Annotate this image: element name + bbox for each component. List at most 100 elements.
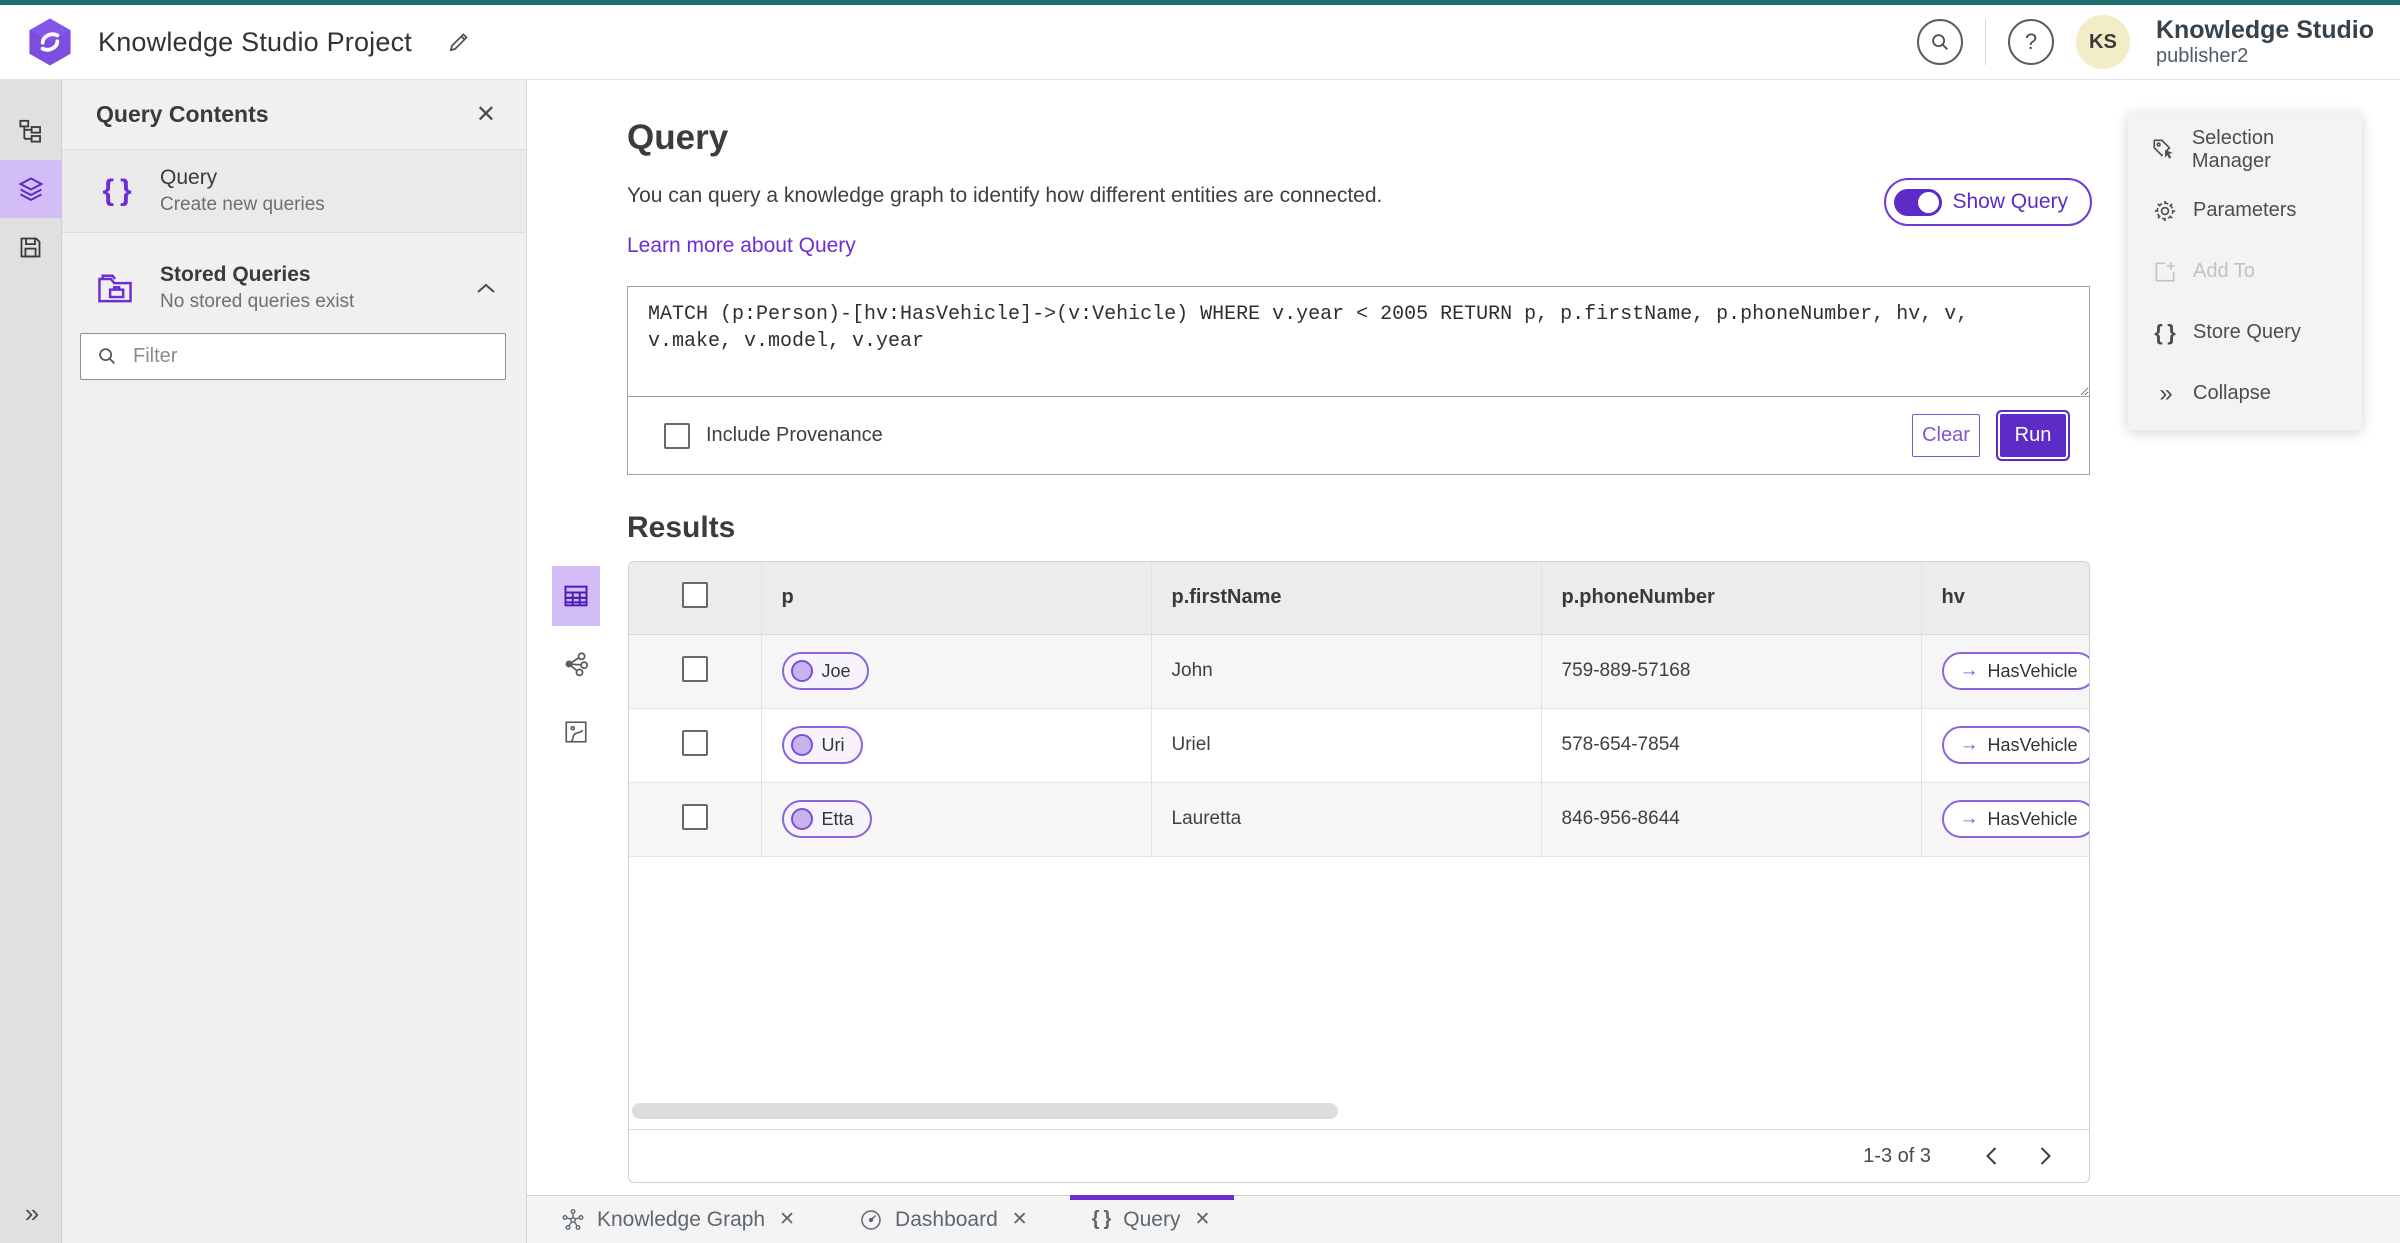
horizontal-scrollbar-thumb[interactable] [632,1103,1338,1119]
project-title: Knowledge Studio Project [98,26,412,57]
search-icon [1932,34,1948,50]
show-query-toggle[interactable]: Show Query [1884,178,2092,226]
braces-icon: { } [1091,1208,1112,1230]
pagination-bar: 1-3 of 3 [629,1129,2089,1182]
next-page-button[interactable] [2025,1136,2065,1176]
relationship-pill[interactable]: → HasVehicle [1941,800,2089,838]
map-view-button[interactable] [552,702,600,762]
chevron-right-icon [2040,1147,2051,1165]
app-window: Knowledge Studio Project ? KS Knowledge … [0,0,2400,1243]
search-button[interactable] [1916,19,1963,65]
results-view-toolbar [552,566,600,1183]
column-header[interactable]: p.firstName [1151,562,1542,635]
tree-view-icon [19,119,41,143]
account-info: Knowledge Studio publisher2 [2156,16,2374,68]
results-table: p p.firstName p.phoneNumber hv Joe John 75… [629,562,2089,857]
avatar[interactable]: KS [2075,15,2130,69]
account-name: Knowledge Studio [2155,16,2374,45]
folder-icon [98,274,132,303]
main-content: Query You can query a knowledge graph to… [527,80,2400,1195]
rail-item-layers[interactable] [0,160,62,218]
tab-dashboard[interactable]: Dashboard ✕ [837,1196,1052,1243]
cell-phone-number: 578-654-7854 [1541,708,1922,782]
tab-close-icon[interactable]: ✕ [1192,1206,1212,1233]
top-bar: Knowledge Studio Project ? KS Knowledge … [0,5,2400,80]
cell-phone-number: 759-889-57168 [1541,634,1922,708]
menu-item-parameters[interactable]: Parameters [2128,180,2362,241]
rail-expand-button[interactable]: » [0,1198,62,1229]
help-button[interactable]: ? [2007,19,2054,65]
tab-knowledge-graph[interactable]: Knowledge Graph ✕ [539,1196,819,1243]
map-view-icon [565,721,587,743]
entity-node-icon [790,660,813,682]
graph-view-button[interactable] [552,634,600,694]
pencil-icon [449,33,468,52]
results-table-body: Joe John 759-889-57168 → HasVehicle Uri Uriel 5… [629,634,2089,856]
entity-node-icon [790,734,813,756]
panel-close-button[interactable]: ✕ [476,102,496,127]
query-contents-panel: Query Contents ✕ { } Query Create new qu… [62,80,527,1243]
learn-more-link[interactable]: Learn more about Query [627,234,856,258]
menu-item-store-query[interactable]: { } Store Query [2128,302,2362,363]
arrow-right-icon: → [1959,660,1979,681]
results-card: p p.firstName p.phoneNumber hv Joe John 75… [628,561,2090,1183]
menu-item-label: Collapse [2193,382,2271,404]
cell-first-name: John [1151,634,1542,708]
edit-title-button[interactable] [442,25,476,59]
menu-item-collapse[interactable]: » Collapse [2128,363,2362,424]
query-textarea[interactable]: MATCH (p:Person)-[hv:HasVehicle]->(v:Veh… [628,287,2089,397]
entity-pill[interactable]: Etta [781,800,872,838]
menu-item-selection-manager[interactable]: Selection Manager [2128,119,2362,180]
previous-page-button[interactable] [1971,1136,2011,1176]
stored-queries-title: Stored Queries [160,263,311,286]
arrow-right-icon: → [1959,734,1979,755]
toggle-on-icon [1894,188,1943,216]
filter-input[interactable] [80,333,506,380]
header-divider [1984,19,1986,65]
pagination-range: 1-3 of 3 [1863,1144,1931,1167]
relationship-pill[interactable]: → HasVehicle [1941,726,2089,764]
table-row: Joe John 759-889-57168 → HasVehicle [629,634,2089,708]
clear-button[interactable]: Clear [1912,414,1980,457]
chevron-up-icon[interactable] [476,282,496,294]
menu-item-add-to[interactable]: Add To [2128,241,2362,302]
column-header[interactable]: p.phoneNumber [1541,562,1922,635]
panel-item-title: Query [160,166,218,189]
app-logo-icon[interactable] [26,17,74,67]
entity-pill[interactable]: Joe [781,652,869,690]
tab-query[interactable]: { } Query ✕ [1069,1195,1235,1243]
menu-item-label: Add To [2193,260,2255,282]
search-icon [99,348,115,364]
cell-first-name: Lauretta [1151,782,1542,856]
select-all-checkbox[interactable] [681,581,708,608]
query-actions-menu: Selection Manager Parameters Add To { } [2128,113,2362,430]
run-button[interactable]: Run [2000,414,2066,457]
column-header[interactable]: hv [1921,562,2089,635]
tab-close-icon[interactable]: ✕ [1010,1206,1030,1233]
chevron-left-icon [1985,1147,1996,1165]
tag-cursor-icon [2153,138,2174,159]
entity-pill[interactable]: Uri [781,726,863,764]
stored-queries-header[interactable]: Stored Queries No stored queries exist [62,245,526,327]
include-provenance-checkbox[interactable] [664,422,690,449]
column-header[interactable]: p [761,562,1152,635]
row-checkbox[interactable] [681,655,708,682]
row-checkbox[interactable] [681,803,708,830]
table-view-icon [564,585,588,607]
bottom-tab-bar: Knowledge Graph ✕ Dashboard ✕ { } Query … [527,1195,2400,1243]
save-icon [20,237,41,257]
rail-item-save[interactable] [0,218,62,276]
braces-icon: { } [2154,319,2176,345]
panel-title: Query Contents [96,101,269,127]
entity-node-icon [790,808,813,830]
table-view-button[interactable] [552,566,600,626]
row-checkbox[interactable] [681,729,708,756]
panel-item-subtitle: Create new queries [160,194,325,215]
graph-view-icon [565,652,589,677]
table-row: Etta Lauretta 846-956-8644 → HasVehicle [629,782,2089,856]
panel-item-query[interactable]: { } Query Create new queries [62,150,526,233]
tab-close-icon[interactable]: ✕ [777,1206,797,1233]
rail-item-tree-view[interactable] [0,102,62,160]
stored-queries-subtitle: No stored queries exist [160,291,355,312]
relationship-pill[interactable]: → HasVehicle [1941,652,2089,690]
